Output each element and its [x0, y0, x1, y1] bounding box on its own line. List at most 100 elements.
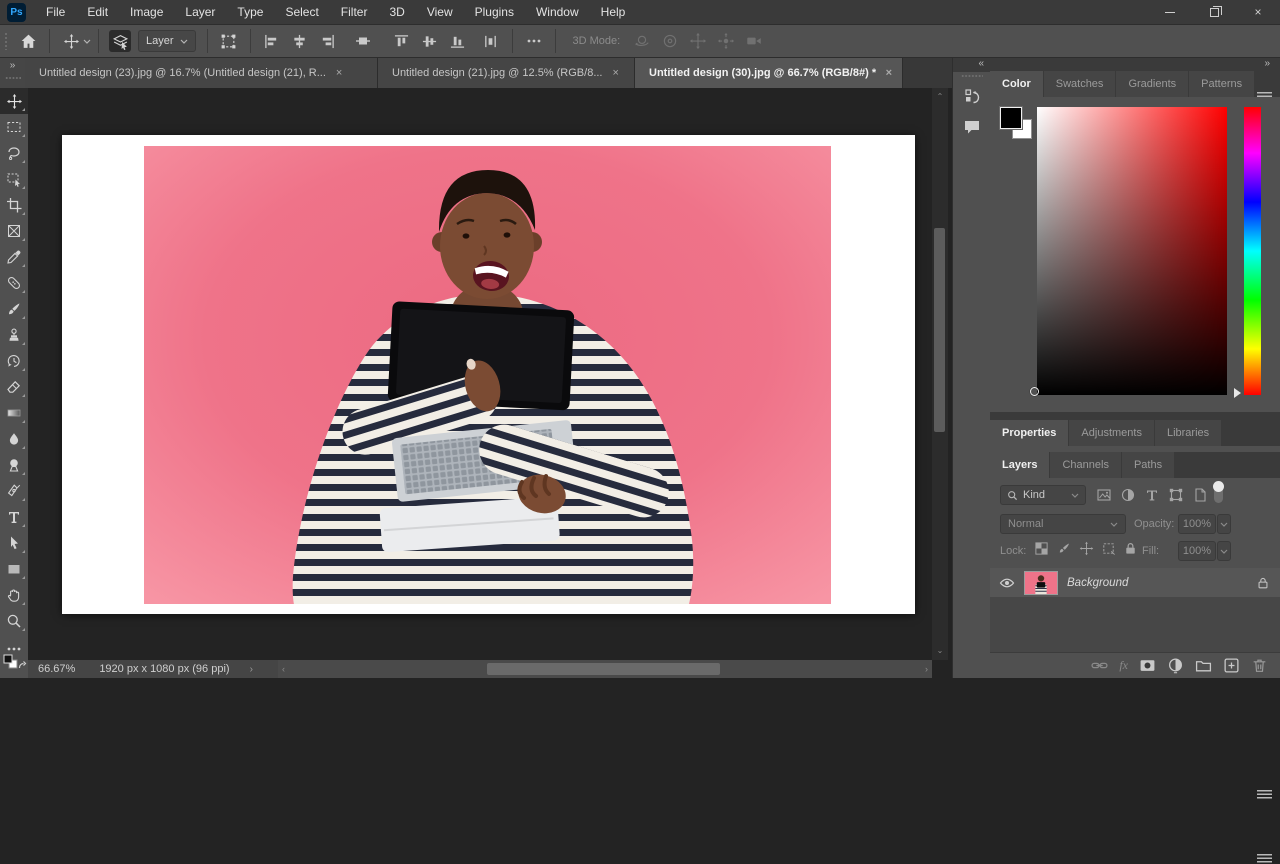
new-group-icon[interactable]	[1195, 657, 1212, 674]
tab-adjustments[interactable]: Adjustments	[1069, 420, 1154, 446]
align-middle-icon[interactable]	[419, 30, 441, 52]
dodge-tool[interactable]	[0, 452, 28, 478]
delete-layer-icon[interactable]	[1251, 657, 1268, 674]
scroll-right-icon[interactable]: ›	[925, 660, 928, 678]
menu-layer[interactable]: Layer	[174, 0, 226, 24]
tab-properties[interactable]: Properties	[990, 420, 1068, 446]
visibility-eye-icon[interactable]	[990, 575, 1024, 591]
restore-icon[interactable]	[1192, 0, 1236, 24]
tab-channels[interactable]: Channels	[1050, 452, 1120, 478]
scroll-down-icon[interactable]: ⌄	[932, 644, 948, 658]
distribute-horizontal-icon[interactable]	[480, 30, 502, 52]
tab-patterns[interactable]: Patterns	[1189, 71, 1254, 97]
horizontal-scrollbar[interactable]: ‹ ›	[278, 660, 932, 678]
eraser-tool[interactable]	[0, 374, 28, 400]
color-field-cursor[interactable]	[1030, 387, 1039, 396]
fx-icon[interactable]: fx	[1119, 658, 1128, 673]
document-tab-3-active[interactable]: Untitled design (30).jpg @ 66.7% (RGB/8#…	[635, 58, 903, 88]
close-icon[interactable]: ×	[336, 67, 342, 79]
close-icon[interactable]: ×	[1236, 0, 1280, 24]
vertical-scrollbar[interactable]: ⌃ ⌄	[932, 88, 948, 660]
align-left-icon[interactable]	[261, 30, 283, 52]
tab-paths[interactable]: Paths	[1122, 452, 1174, 478]
auto-select-icon[interactable]	[109, 30, 131, 52]
target-select-dropdown[interactable]: Layer	[138, 30, 196, 52]
distribute-centers-icon[interactable]	[352, 30, 374, 52]
layer-row-background[interactable]: Background	[990, 568, 1280, 597]
tab-libraries[interactable]: Libraries	[1155, 420, 1221, 446]
close-icon[interactable]: ×	[886, 67, 892, 79]
scroll-up-icon[interactable]: ⌃	[932, 90, 948, 104]
layer-mask-icon[interactable]	[1139, 657, 1156, 674]
menu-window[interactable]: Window	[525, 0, 590, 24]
chevron-down-icon[interactable]	[83, 39, 91, 44]
foreground-background-swatches[interactable]	[1000, 107, 1036, 143]
vertical-scroll-thumb[interactable]	[934, 228, 945, 432]
gradient-tool[interactable]	[0, 400, 28, 426]
menu-3d[interactable]: 3D	[378, 0, 415, 24]
lock-position-icon[interactable]	[1079, 541, 1094, 556]
new-layer-icon[interactable]	[1223, 657, 1240, 674]
history-brush-tool[interactable]	[0, 348, 28, 374]
menu-edit[interactable]: Edit	[76, 0, 119, 24]
tab-layers[interactable]: Layers	[990, 452, 1049, 478]
filter-shape-layers-icon[interactable]	[1168, 487, 1184, 503]
panel-menu-icon[interactable]	[1257, 854, 1272, 864]
fill-field[interactable]: 100%	[1178, 541, 1216, 561]
eyedropper-tool[interactable]	[0, 244, 28, 270]
fill-dropdown-icon[interactable]	[1217, 541, 1231, 561]
tab-gradients[interactable]: Gradients	[1116, 71, 1188, 97]
align-right-icon[interactable]	[317, 30, 339, 52]
foreground-color-swatch[interactable]	[1000, 107, 1022, 129]
options-bar-grip[interactable]	[4, 32, 8, 50]
adjustment-icon[interactable]	[1167, 657, 1184, 674]
align-center-horizontal-icon[interactable]	[289, 30, 311, 52]
menu-file[interactable]: File	[35, 0, 76, 24]
zoom-tool[interactable]	[0, 608, 28, 634]
menu-filter[interactable]: Filter	[330, 0, 379, 24]
collapse-dock-button[interactable]: «	[953, 58, 990, 72]
move-tool[interactable]	[0, 88, 28, 114]
panel-menu-icon[interactable]	[1257, 790, 1272, 800]
expand-panel-left-button[interactable]: »	[0, 58, 25, 88]
tab-color[interactable]: Color	[990, 71, 1043, 97]
object-selection-tool[interactable]	[0, 166, 28, 192]
align-top-icon[interactable]	[391, 30, 413, 52]
filter-adjustment-layers-icon[interactable]	[1120, 487, 1136, 503]
opacity-field[interactable]: 100%	[1178, 514, 1216, 534]
layer-thumbnail[interactable]	[1024, 571, 1058, 595]
menu-type[interactable]: Type	[226, 0, 274, 24]
link-icon[interactable]	[1091, 657, 1108, 674]
document-tab-2[interactable]: Untitled design (21).jpg @ 12.5% (RGB/8.…	[378, 58, 635, 88]
layer-filtering-toggle[interactable]	[1214, 483, 1223, 503]
align-bottom-icon[interactable]	[447, 30, 469, 52]
menu-image[interactable]: Image	[119, 0, 174, 24]
canvas-area[interactable]	[28, 88, 932, 660]
zoom-level-field[interactable]: 66.67%	[28, 663, 89, 675]
artboard[interactable]	[62, 135, 915, 614]
blur-tool[interactable]	[0, 426, 28, 452]
layer-filter-dropdown[interactable]: Kind	[1000, 485, 1086, 505]
filter-smart-objects-icon[interactable]	[1192, 487, 1208, 503]
lock-transparency-icon[interactable]	[1034, 541, 1049, 556]
transform-controls-icon[interactable]	[218, 30, 240, 52]
menu-view[interactable]: View	[416, 0, 464, 24]
move-tool-icon[interactable]	[60, 30, 82, 52]
document-tab-1[interactable]: Untitled design (23).jpg @ 16.7% (Untitl…	[25, 58, 378, 88]
lasso-tool[interactable]	[0, 140, 28, 166]
crop-tool[interactable]	[0, 192, 28, 218]
type-tool[interactable]	[0, 504, 28, 530]
scroll-left-icon[interactable]: ‹	[282, 660, 285, 678]
menu-help[interactable]: Help	[590, 0, 637, 24]
layer-lock-icon[interactable]	[1256, 576, 1270, 590]
clone-stamp-tool[interactable]	[0, 322, 28, 348]
brush-tool[interactable]	[0, 296, 28, 322]
hue-slider[interactable]	[1244, 107, 1261, 395]
menu-select[interactable]: Select	[274, 0, 329, 24]
rectangle-tool[interactable]	[0, 556, 28, 582]
rectangular-marquee-tool[interactable]	[0, 114, 28, 140]
blend-mode-dropdown[interactable]: Normal	[1000, 514, 1126, 534]
saturation-brightness-field[interactable]	[1037, 107, 1227, 395]
foreground-background-colors[interactable]	[3, 654, 27, 676]
home-icon[interactable]	[17, 30, 39, 52]
